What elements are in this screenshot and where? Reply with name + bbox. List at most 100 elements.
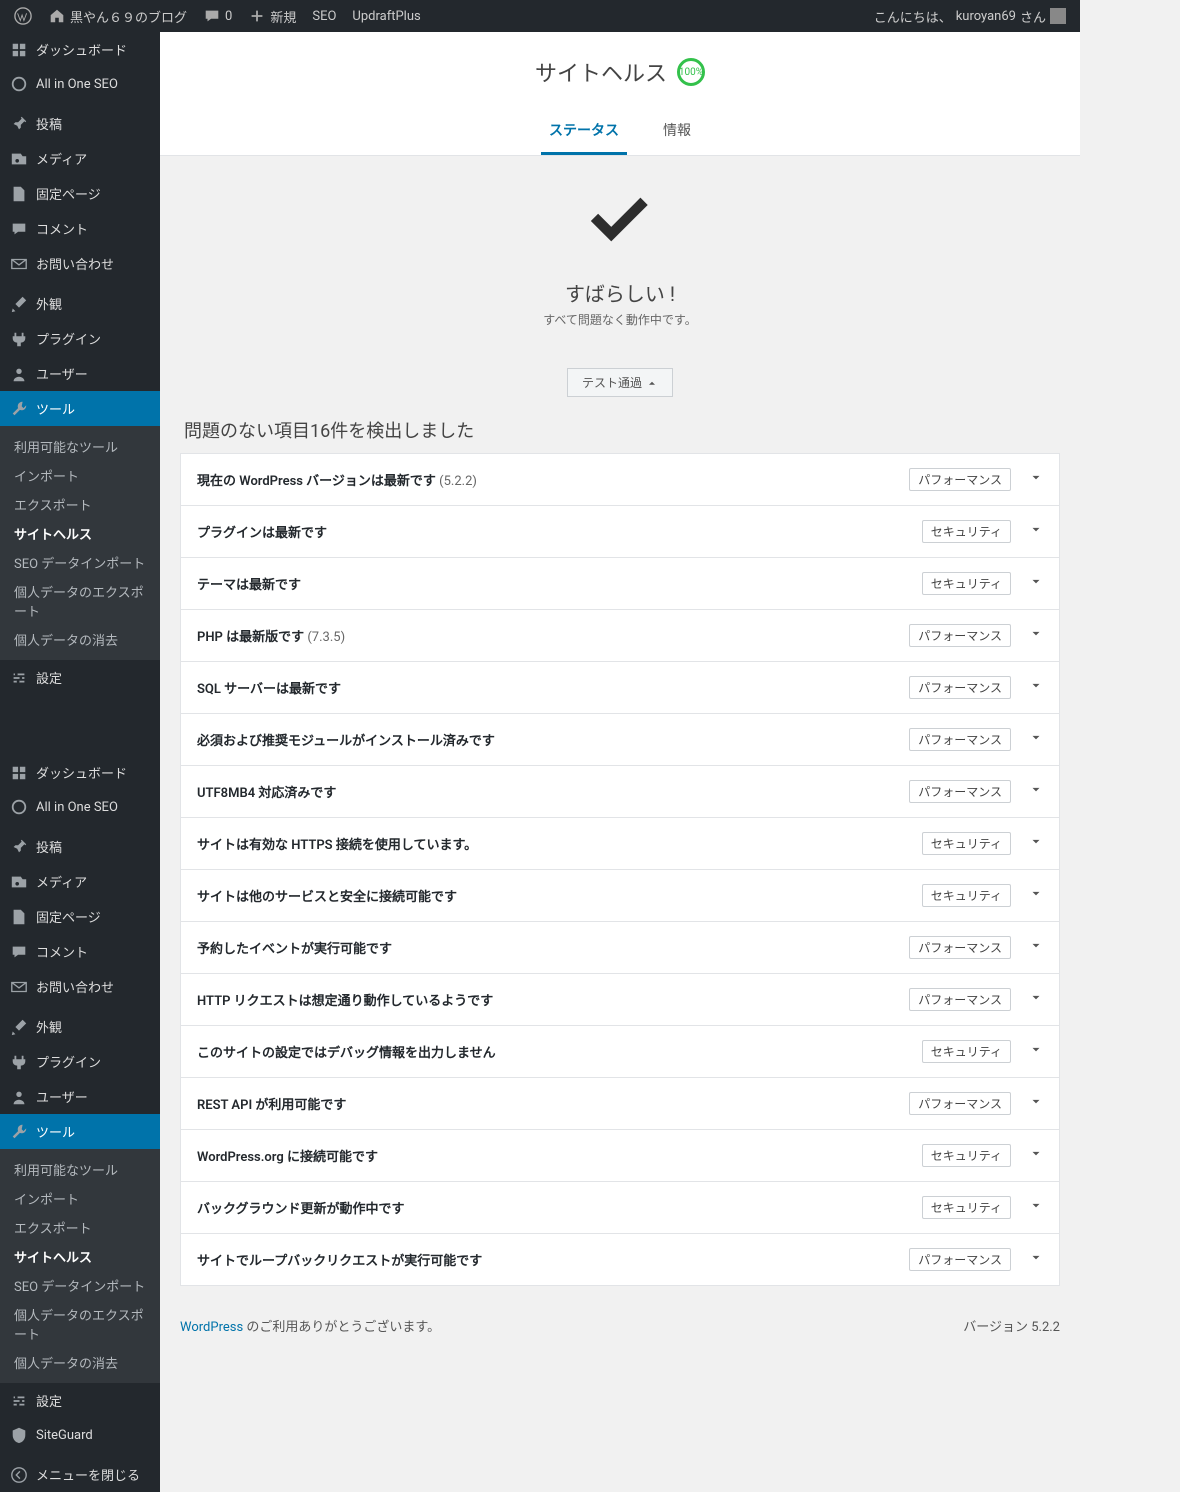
chevron-down-icon — [1029, 1198, 1043, 1217]
comments-link[interactable]: 0 — [195, 0, 240, 32]
sidebar-item-comments[interactable]: コメント — [0, 934, 160, 969]
health-check-badge: パフォーマンス — [909, 624, 1011, 647]
sidebar-item-tools[interactable]: ツール — [0, 391, 160, 426]
chevron-down-icon — [1029, 1250, 1043, 1269]
sidebar-item-aioseo[interactable]: All in One SEO — [0, 67, 160, 101]
sidebar-item-dashboard[interactable]: ダッシュボード — [0, 32, 160, 67]
health-check-item[interactable]: 予約したイベントが実行可能ですパフォーマンス — [181, 922, 1059, 974]
sidebar-item-pages[interactable]: 固定ページ — [0, 899, 160, 934]
sidebar-item-dashboard[interactable]: ダッシュボード — [0, 755, 160, 790]
health-check-item[interactable]: サイトは他のサービスと安全に接続可能ですセキュリティ — [181, 870, 1059, 922]
sidebar-item-users[interactable]: ユーザー — [0, 1079, 160, 1114]
sidebar-item-contact[interactable]: お問い合わせ — [0, 246, 160, 281]
chevron-down-icon — [1029, 626, 1043, 645]
health-check-item[interactable]: サイトは有効な HTTPS 接続を使用しています。セキュリティ — [181, 818, 1059, 870]
plus-icon — [248, 7, 266, 25]
health-check-badge: パフォーマンス — [909, 676, 1011, 699]
health-check-item[interactable]: このサイトの設定ではデバッグ情報を出力しませんセキュリティ — [181, 1026, 1059, 1078]
health-check-item[interactable]: REST API が利用可能ですパフォーマンス — [181, 1078, 1059, 1130]
health-check-title: 必須および推奨モジュールがインストール済みです — [197, 730, 909, 749]
sidebar-item-posts[interactable]: 投稿 — [0, 106, 160, 141]
sidebar-item-label: 設定 — [36, 1391, 62, 1410]
site-name-link[interactable]: 黒やん６９のブログ — [40, 0, 195, 32]
submenu-item-site-health[interactable]: サイトヘルス — [0, 1242, 160, 1271]
health-check-title: UTF8MB4 対応済みです — [197, 782, 909, 801]
sidebar-item-siteguard[interactable]: SiteGuard — [0, 1418, 160, 1452]
tab-status[interactable]: ステータス — [541, 108, 627, 155]
sidebar-item-collapse[interactable]: メニューを閉じる — [0, 1457, 160, 1492]
health-check-badge: パフォーマンス — [909, 780, 1011, 803]
sidebar-item-label: 投稿 — [36, 837, 62, 856]
sidebar-item-label: 外観 — [36, 294, 62, 313]
submenu-item-export-personal[interactable]: 個人データのエクスポート — [0, 1300, 160, 1348]
health-check-item[interactable]: PHP は最新版です (7.3.5)パフォーマンス — [181, 610, 1059, 662]
sidebar-item-comments[interactable]: コメント — [0, 211, 160, 246]
seo-link[interactable]: SEO — [304, 0, 344, 32]
health-tabs: ステータス 情報 — [160, 108, 1080, 155]
sidebar-item-label: お問い合わせ — [36, 977, 114, 996]
submenu-item-import[interactable]: インポート — [0, 1184, 160, 1213]
health-check-item[interactable]: SQL サーバーは最新ですパフォーマンス — [181, 662, 1059, 714]
submenu-item-export[interactable]: エクスポート — [0, 490, 160, 519]
sidebar-item-appearance[interactable]: 外観 — [0, 1009, 160, 1044]
chevron-up-icon — [646, 377, 658, 389]
sidebar-item-tools[interactable]: ツール — [0, 1114, 160, 1149]
sidebar-item-label: ユーザー — [36, 1087, 88, 1106]
health-check-item[interactable]: UTF8MB4 対応済みですパフォーマンス — [181, 766, 1059, 818]
health-check-item[interactable]: テーマは最新ですセキュリティ — [181, 558, 1059, 610]
sidebar-item-plugins[interactable]: プラグイン — [0, 1044, 160, 1079]
tab-info[interactable]: 情報 — [655, 108, 699, 155]
comments-count: 0 — [225, 9, 232, 24]
submenu-item-export-personal[interactable]: 個人データのエクスポート — [0, 577, 160, 625]
add-new-link[interactable]: 新規 — [240, 0, 304, 32]
submenu-item-erase-personal[interactable]: 個人データの消去 — [0, 625, 160, 654]
chevron-down-icon — [1029, 1094, 1043, 1113]
main-content: サイトヘルス 100% ステータス 情報 すばらしい ! すべて問題なく動作中で… — [160, 32, 1080, 1296]
sidebar-item-aioseo[interactable]: All in One SEO — [0, 790, 160, 824]
submenu-item-seo-import[interactable]: SEO データインポート — [0, 548, 160, 577]
submenu-item-export[interactable]: エクスポート — [0, 1213, 160, 1242]
wordpress-icon — [14, 7, 32, 25]
sidebar-item-plugins[interactable]: プラグイン — [0, 321, 160, 356]
submenu-item-site-health[interactable]: サイトヘルス — [0, 519, 160, 548]
health-check-item[interactable]: WordPress.org に接続可能ですセキュリティ — [181, 1130, 1059, 1182]
sidebar-item-label: お問い合わせ — [36, 254, 114, 273]
health-check-badge: パフォーマンス — [909, 468, 1011, 491]
health-check-item[interactable]: サイトでループバックリクエストが実行可能ですパフォーマンス — [181, 1234, 1059, 1285]
add-new-label: 新規 — [270, 7, 296, 26]
account-link[interactable]: こんにちは、kuroyan69 さん — [866, 0, 1074, 32]
updraft-link[interactable]: UpdraftPlus — [344, 0, 428, 32]
status-summary: すばらしい ! すべて問題なく動作中です。 — [180, 186, 1060, 328]
sidebar-item-media[interactable]: メディア — [0, 141, 160, 176]
health-check-item[interactable]: プラグインは最新ですセキュリティ — [181, 506, 1059, 558]
admin-sidebar: ダッシュボードAll in One SEO投稿メディア固定ページコメントお問い合… — [0, 32, 160, 1492]
submenu-item-erase-personal[interactable]: 個人データの消去 — [0, 1348, 160, 1377]
admin-toolbar: 黒やん６９のブログ 0 新規 SEO UpdraftPlus こんにちは、kur… — [0, 0, 1080, 32]
tests-passed-toggle[interactable]: テスト通過 — [567, 368, 673, 397]
health-check-item[interactable]: HTTP リクエストは想定通り動作しているようですパフォーマンス — [181, 974, 1059, 1026]
sidebar-item-contact[interactable]: お問い合わせ — [0, 969, 160, 1004]
health-check-badge: セキュリティ — [922, 1144, 1011, 1167]
health-check-item[interactable]: バックグラウンド更新が動作中ですセキュリティ — [181, 1182, 1059, 1234]
sidebar-item-label: ツール — [36, 399, 75, 418]
sidebar-item-users[interactable]: ユーザー — [0, 356, 160, 391]
tools-submenu: 利用可能なツールインポートエクスポートサイトヘルスSEO データインポート個人デ… — [0, 1149, 160, 1383]
submenu-item-import[interactable]: インポート — [0, 461, 160, 490]
health-check-item[interactable]: 必須および推奨モジュールがインストール済みですパフォーマンス — [181, 714, 1059, 766]
health-check-badge: パフォーマンス — [909, 1248, 1011, 1271]
submenu-item-available[interactable]: 利用可能なツール — [0, 1155, 160, 1184]
sidebar-item-appearance[interactable]: 外観 — [0, 286, 160, 321]
chevron-down-icon — [1029, 938, 1043, 957]
health-check-title: プラグインは最新です — [197, 522, 922, 541]
submenu-item-available[interactable]: 利用可能なツール — [0, 432, 160, 461]
wp-logo[interactable] — [6, 0, 40, 32]
wordpress-link[interactable]: WordPress — [180, 1320, 243, 1335]
sidebar-item-settings[interactable]: 設定 — [0, 660, 160, 695]
site-health-header: サイトヘルス 100% ステータス 情報 — [160, 32, 1080, 156]
sidebar-item-settings[interactable]: 設定 — [0, 1383, 160, 1418]
submenu-item-seo-import[interactable]: SEO データインポート — [0, 1271, 160, 1300]
health-check-item[interactable]: 現在の WordPress バージョンは最新です (5.2.2)パフォーマンス — [181, 454, 1059, 506]
sidebar-item-pages[interactable]: 固定ページ — [0, 176, 160, 211]
sidebar-item-media[interactable]: メディア — [0, 864, 160, 899]
sidebar-item-posts[interactable]: 投稿 — [0, 829, 160, 864]
